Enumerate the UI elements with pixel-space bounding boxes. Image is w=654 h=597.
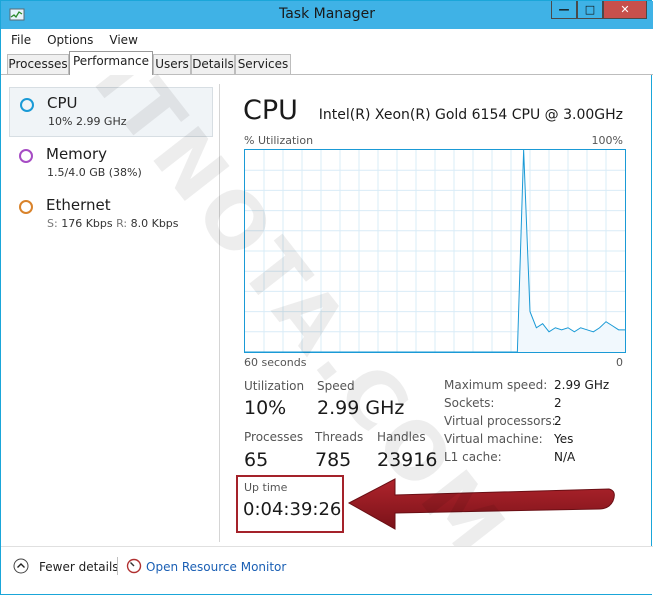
window-controls: — □ ✕ — [551, 1, 647, 21]
processes-label: Processes — [244, 430, 304, 444]
send-label: S: — [47, 217, 58, 230]
panel-divider — [219, 84, 220, 542]
cpu-ring-icon — [20, 98, 34, 112]
handles-label: Handles — [377, 430, 426, 444]
page-title: CPU — [243, 95, 298, 126]
maximize-button[interactable]: □ — [577, 1, 603, 19]
tab-users[interactable]: Users — [153, 54, 191, 74]
tab-performance[interactable]: Performance — [69, 51, 153, 75]
close-button[interactable]: ✕ — [603, 1, 647, 19]
graph-x-right-label: 0 — [616, 356, 623, 369]
utilization-value: 10% — [244, 397, 287, 419]
graph-x-left-label: 60 seconds — [244, 356, 307, 369]
tab-strip: Processes Performance Users Details Serv… — [1, 51, 653, 75]
sockets-value: 2 — [554, 396, 562, 410]
resource-monitor-icon[interactable] — [126, 558, 142, 574]
cpu-utilization-graph — [244, 149, 626, 353]
virtual-processors-label: Virtual processors: — [444, 414, 556, 428]
menu-file[interactable]: File — [5, 33, 37, 47]
minimize-button[interactable]: — — [551, 1, 577, 19]
sidebar-item-detail: 10% 2.99 GHz — [48, 115, 127, 128]
virtual-machine-value: Yes — [554, 432, 574, 446]
resource-sidebar: CPU 10% 2.99 GHz Memory 1.5/4.0 GB (38%)… — [9, 87, 215, 542]
graph-y-max-label: 100% — [591, 134, 623, 147]
l1-cache-label: L1 cache: — [444, 450, 502, 464]
tab-services[interactable]: Services — [235, 54, 291, 74]
title-bar: Task Manager — □ ✕ — [1, 1, 653, 29]
max-speed-label: Maximum speed: — [444, 378, 548, 392]
tab-processes[interactable]: Processes — [7, 54, 69, 74]
virtual-processors-value: 2 — [554, 414, 562, 428]
sidebar-item-cpu[interactable]: CPU 10% 2.99 GHz — [9, 87, 213, 137]
task-manager-window: Task Manager — □ ✕ File Options View Pro… — [0, 0, 653, 595]
handles-value: 23916 — [377, 449, 438, 471]
fewer-details-button[interactable]: Fewer details — [39, 560, 119, 574]
tab-details[interactable]: Details — [191, 54, 235, 74]
l1-cache-value: N/A — [554, 450, 576, 464]
threads-label: Threads — [315, 430, 364, 444]
footer-bar: Fewer details Open Resource Monitor — [1, 546, 653, 594]
virtual-machine-label: Virtual machine: — [444, 432, 543, 446]
speed-value: 2.99 GHz — [317, 397, 405, 419]
annotation-arrow — [347, 478, 615, 530]
memory-ring-icon — [19, 149, 33, 163]
chevron-up-icon[interactable] — [13, 558, 29, 574]
send-value: 176 Kbps — [61, 217, 113, 230]
menu-bar: File Options View — [1, 29, 653, 51]
sidebar-item-label: CPU — [47, 94, 78, 112]
sidebar-item-detail: S: 176 Kbps R: 8.0 Kbps — [47, 217, 179, 230]
receive-value: 8.0 Kbps — [130, 217, 179, 230]
sidebar-item-ethernet[interactable]: Ethernet S: 176 Kbps R: 8.0 Kbps — [9, 190, 213, 240]
sidebar-item-detail: 1.5/4.0 GB (38%) — [47, 166, 142, 179]
uptime-value: 0:04:39:26 — [243, 499, 342, 520]
sidebar-item-label: Memory — [46, 145, 108, 163]
utilization-label: Utilization — [244, 379, 305, 393]
menu-options[interactable]: Options — [41, 33, 99, 47]
ethernet-ring-icon — [19, 200, 33, 214]
uptime-label: Up time — [244, 481, 288, 494]
cpu-model: Intel(R) Xeon(R) Gold 6154 CPU @ 3.00GHz — [318, 107, 623, 123]
processes-value: 65 — [244, 449, 269, 471]
receive-label: R: — [116, 217, 128, 230]
open-resource-monitor-link[interactable]: Open Resource Monitor — [146, 560, 286, 574]
sidebar-item-memory[interactable]: Memory 1.5/4.0 GB (38%) — [9, 139, 213, 189]
sidebar-item-label: Ethernet — [46, 196, 111, 214]
threads-value: 785 — [315, 449, 352, 471]
graph-y-label: % Utilization — [244, 134, 314, 147]
speed-label: Speed — [317, 379, 355, 393]
max-speed-value: 2.99 GHz — [554, 378, 610, 392]
footer-separator — [117, 557, 118, 575]
sockets-label: Sockets: — [444, 396, 495, 410]
menu-view[interactable]: View — [103, 33, 143, 47]
